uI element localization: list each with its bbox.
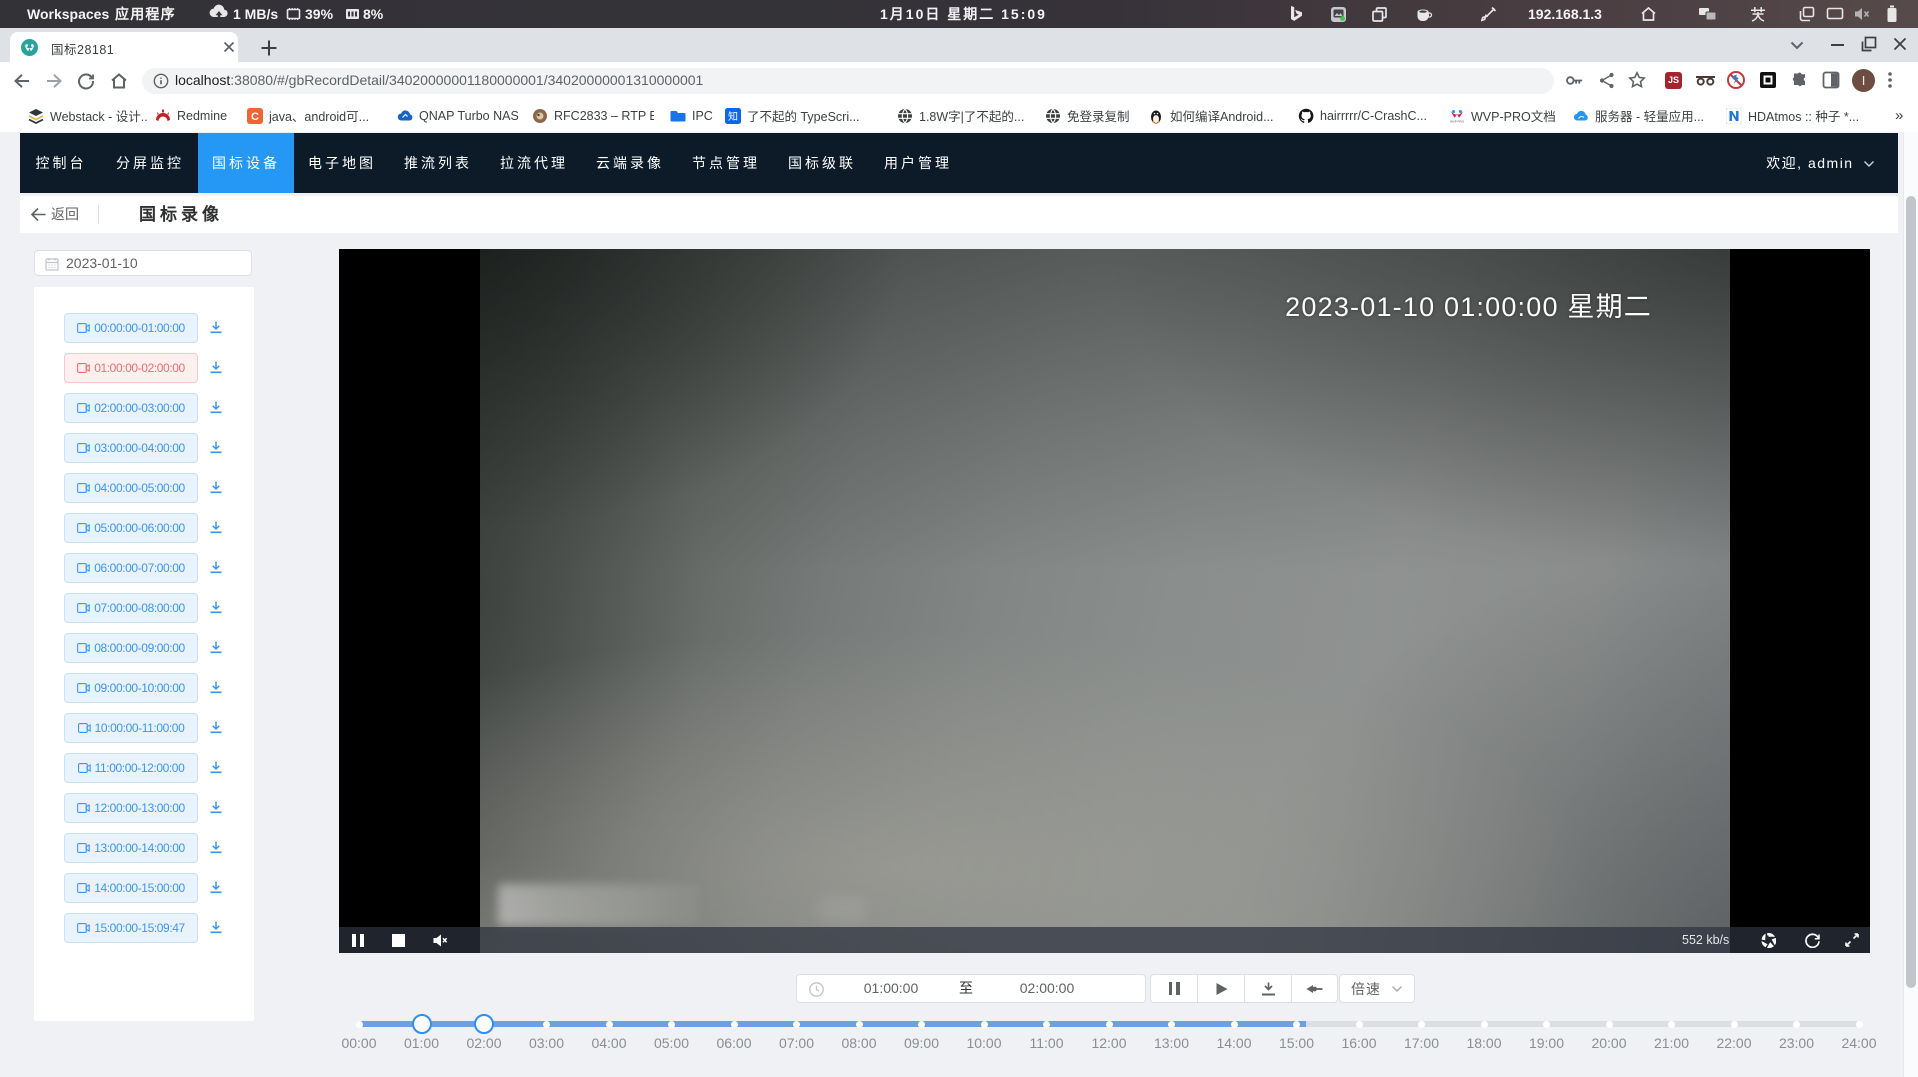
svg-text:C: C xyxy=(251,111,259,123)
svg-text:知: 知 xyxy=(728,110,738,123)
svg-text:WVP PRO: WVP PRO xyxy=(1450,119,1465,123)
